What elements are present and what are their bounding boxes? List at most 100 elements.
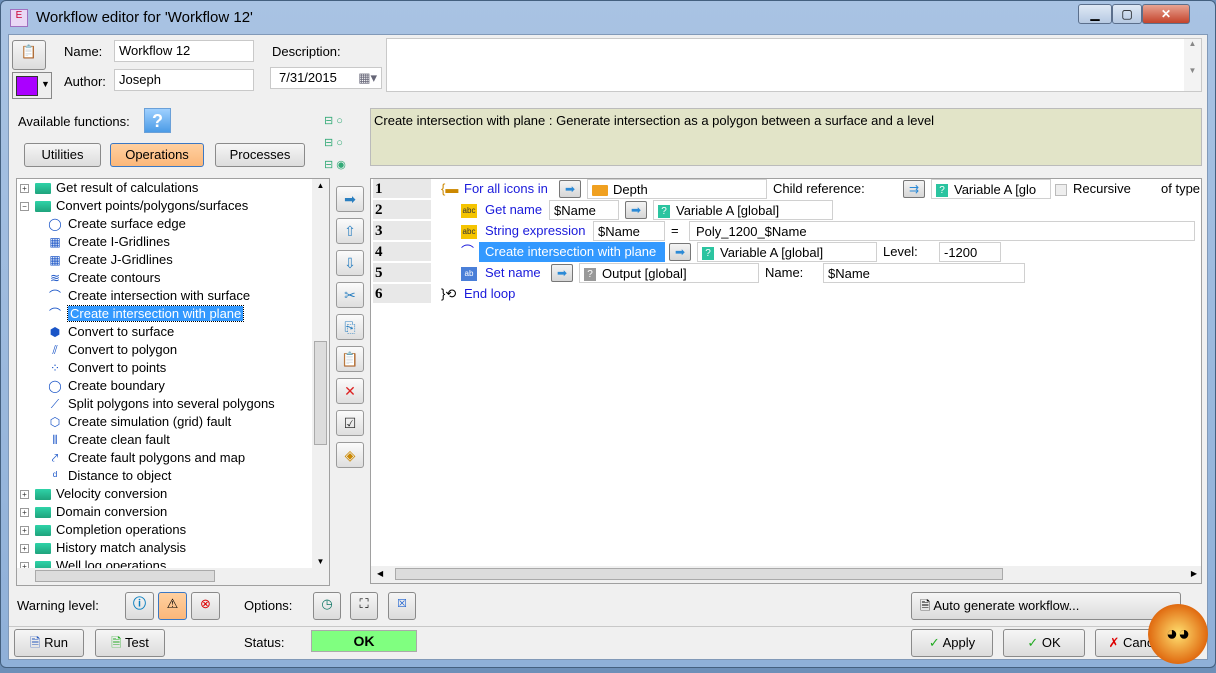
expand-icon[interactable]: + — [20, 184, 29, 194]
tree-item[interactable]: + Get result of calculations — [17, 179, 198, 197]
warning-level-button[interactable]: ⚠ — [158, 592, 187, 620]
scroll-thumb[interactable] — [314, 341, 327, 445]
tree-item[interactable]: ◯ Create surface edge — [47, 215, 186, 233]
scroll-thumb[interactable] — [35, 570, 215, 582]
paste-button[interactable]: 📋 — [336, 346, 364, 372]
ok-button[interactable]: ✓ OK — [1003, 629, 1085, 657]
level-input[interactable]: -1200 — [939, 242, 1001, 262]
tree-item[interactable]: ⤤ Create fault polygons and map — [47, 449, 245, 467]
tree-item[interactable]: ᵈ Distance to object — [47, 467, 172, 485]
workflow-steps-editor[interactable]: 1 {▬ For all icons in ➡ Depth Child refe… — [370, 178, 1202, 584]
step-input[interactable]: ? Output [global] — [579, 263, 759, 283]
name-value-input[interactable]: $Name — [823, 263, 1025, 283]
cut-button[interactable]: ✂ — [336, 282, 364, 308]
tree-item[interactable]: ⬢ Convert to surface — [47, 323, 174, 341]
tree-layout-3-icon[interactable]: ⊟ ◉ — [324, 154, 364, 176]
add-step-button[interactable]: ➡ — [336, 186, 364, 212]
tree-item[interactable]: − Convert points/polygons/surfaces — [17, 197, 248, 215]
function-tree[interactable]: + Get result of calculations − Convert poin… — [16, 178, 330, 586]
close-button[interactable]: ✕ — [1142, 4, 1190, 24]
copy-button[interactable]: ⎘ — [336, 314, 364, 340]
info-level-button[interactable]: ⓘ — [125, 592, 154, 620]
view-mode-radio-group[interactable]: ⊟ ○ ⊟ ○ ⊟ ◉ — [324, 110, 364, 176]
expand-icon[interactable]: + — [20, 508, 29, 518]
author-input[interactable]: Joseph — [114, 69, 254, 91]
maximize-button[interactable]: ▢ — [1112, 4, 1142, 24]
editor-horizontal-scrollbar[interactable]: ◀ ▶ — [371, 566, 1201, 583]
close-option-button[interactable]: ☒ — [388, 592, 416, 620]
tree-item[interactable]: + Completion operations — [17, 521, 186, 539]
step-label[interactable]: Set name — [485, 263, 541, 283]
apply-button[interactable]: ✓ Apply — [911, 629, 993, 657]
tab-operations[interactable]: Operations — [110, 143, 204, 167]
result-variable-input[interactable]: $Name — [593, 221, 665, 241]
step-input[interactable]: ? Variable A [global] — [653, 200, 833, 220]
recursive-checkbox[interactable]: Recursive — [1055, 179, 1131, 199]
tree-vertical-scrollbar[interactable]: ▲ ▼ — [312, 179, 329, 568]
description-input[interactable]: ▲ ▼ — [386, 38, 1202, 92]
date-picker[interactable]: 7/31/2015 ▦▾ — [270, 67, 382, 89]
tree-item[interactable]: ◯ Create boundary — [47, 377, 165, 395]
help-button[interactable]: ? — [144, 108, 171, 133]
scroll-thumb[interactable] — [395, 568, 1003, 580]
step-row-4[interactable]: 4 ⌒ Create intersection with plane ➡ ? Va… — [371, 242, 1201, 263]
auto-generate-workflow-button[interactable]: 🗎 Auto generate workflow... — [911, 592, 1181, 620]
move-down-button[interactable]: ⇩ — [336, 250, 364, 276]
debug-button[interactable]: ◈ — [336, 442, 364, 468]
tree-item[interactable]: ⌒ Create intersection with surface — [47, 287, 250, 305]
expression-input[interactable]: Poly_1200_$Name — [689, 221, 1195, 241]
input-arrow-icon[interactable]: ➡ — [559, 180, 581, 198]
frame-option-button[interactable]: ⛶ — [350, 592, 378, 620]
step-label-selected[interactable]: Create intersection with plane — [479, 242, 665, 262]
step-input[interactable]: Depth — [587, 179, 767, 199]
move-up-button[interactable]: ⇧ — [336, 218, 364, 244]
tree-horizontal-scrollbar[interactable] — [17, 568, 329, 585]
tree-item[interactable]: + Velocity conversion — [17, 485, 167, 503]
expand-icon[interactable]: + — [20, 544, 29, 554]
step-label[interactable]: For all icons in — [464, 179, 548, 199]
tree-item[interactable]: ⬡ Create simulation (grid) fault — [47, 413, 232, 431]
delete-button[interactable]: ✕ — [336, 378, 364, 404]
calendar-icon[interactable]: ▦▾ — [358, 70, 377, 86]
description-scrollbar[interactable]: ▲ ▼ — [1184, 39, 1201, 91]
color-picker[interactable]: ▼ — [12, 72, 52, 99]
step-row-3[interactable]: 3 abc String expression $Name = Poly_120… — [371, 221, 1201, 242]
minimize-button[interactable]: ▁ — [1078, 4, 1112, 24]
tree-item[interactable]: ⫽ Convert to polygon — [47, 341, 177, 359]
name-input[interactable]: Workflow 12 — [114, 40, 254, 62]
input-arrow-icon[interactable]: ➡ — [625, 201, 647, 219]
step-input[interactable]: ? Variable A [global] — [697, 242, 877, 262]
tree-item[interactable]: ⟋ Split polygons into several polygons — [47, 395, 275, 413]
name-variable-input[interactable]: $Name — [549, 200, 619, 220]
child-reference-input[interactable]: ? Variable A [glo — [931, 179, 1051, 199]
tree-item[interactable]: ⦀ Create clean fault — [47, 431, 170, 449]
tree-item[interactable]: ▦ Create I-Gridlines — [47, 233, 170, 251]
tab-processes[interactable]: Processes — [215, 143, 305, 167]
tree-item[interactable]: + History match analysis — [17, 539, 186, 557]
input-arrow-icon[interactable]: ➡ — [551, 264, 573, 282]
tree-item[interactable]: ⌒ Create intersection with plane — [47, 305, 245, 323]
test-button[interactable]: 🗎 Test — [95, 629, 165, 657]
tree-layout-1-icon[interactable]: ⊟ ○ — [324, 110, 364, 132]
run-button[interactable]: 🗎 Run — [14, 629, 84, 657]
step-label[interactable]: End loop — [464, 284, 515, 304]
tab-utilities[interactable]: Utilities — [24, 143, 101, 167]
error-level-button[interactable]: ⊗ — [191, 592, 220, 620]
input-arrow-icon[interactable]: ➡ — [669, 243, 691, 261]
step-row-2[interactable]: 2 abc Get name $Name ➡ ? Variable A [glob… — [371, 200, 1201, 221]
collapse-icon[interactable]: − — [20, 202, 29, 212]
tree-item[interactable]: ≋ Create contours — [47, 269, 161, 287]
reference-arrow-icon[interactable]: ⇉ — [903, 180, 925, 198]
step-label[interactable]: String expression — [485, 221, 585, 241]
properties-button[interactable]: ☑ — [336, 410, 364, 436]
step-label[interactable]: Get name — [485, 200, 542, 220]
tree-item[interactable]: ▦ Create J-Gridlines — [47, 251, 172, 269]
step-row-5[interactable]: 5 ab Set name ➡ ? Output [global] Name: $… — [371, 263, 1201, 284]
tree-item[interactable]: + Domain conversion — [17, 503, 167, 521]
tree-layout-2-icon[interactable]: ⊟ ○ — [324, 132, 364, 154]
mascot-sun-icon[interactable]: ◕◕ — [1148, 604, 1208, 664]
clock-option-button[interactable]: ◷ — [313, 592, 341, 620]
tree-item[interactable]: ⁘ Convert to points — [47, 359, 166, 377]
step-row-6[interactable]: 6 }⟲ End loop — [371, 284, 1201, 305]
expand-icon[interactable]: + — [20, 490, 29, 500]
